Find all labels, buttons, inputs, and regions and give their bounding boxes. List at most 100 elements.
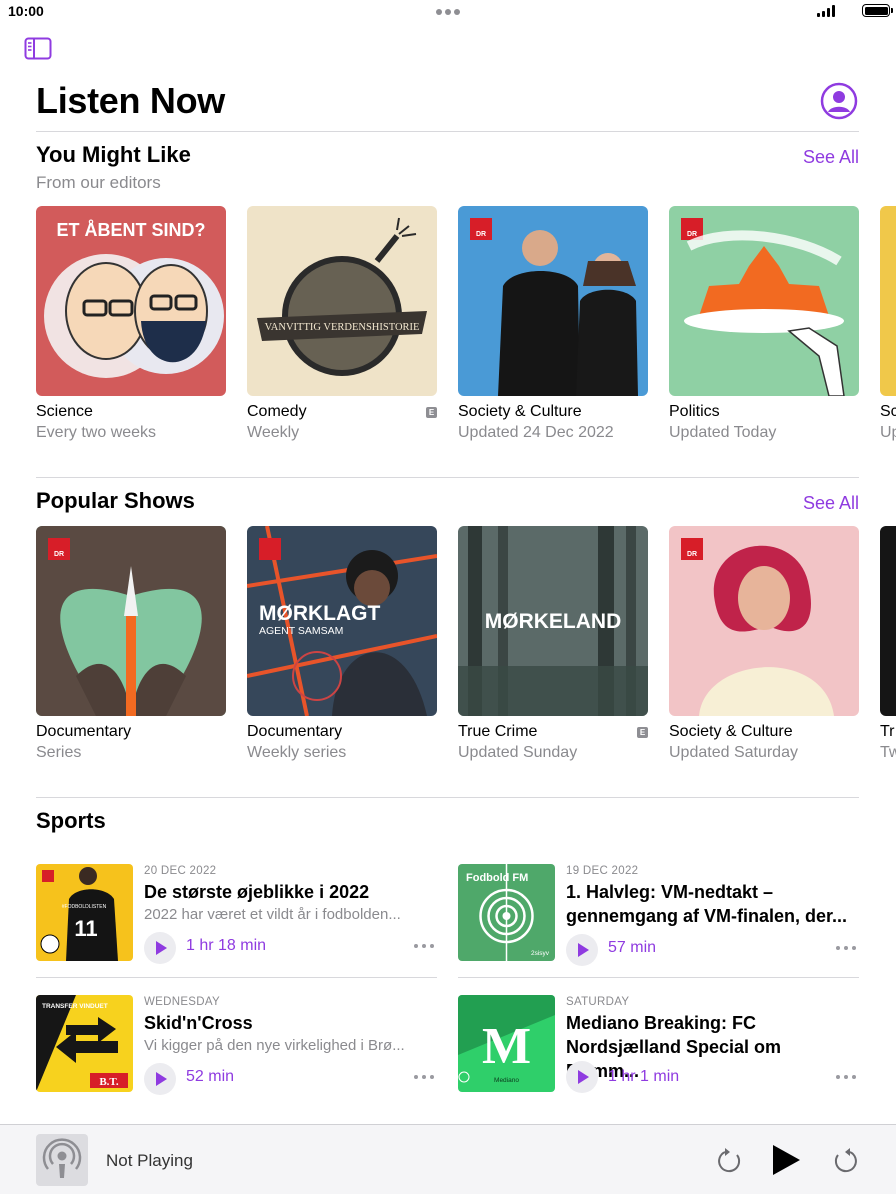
divider	[36, 977, 437, 978]
podcast-card[interactable]: ET ÅBENT SIND? Science Every two weeks	[36, 206, 226, 442]
card-meta: Updated Today	[669, 424, 777, 441]
popular-shows-row: DR Documentary Series MØRKLAGT AGENT SAM…	[36, 526, 896, 776]
more-options-icon[interactable]	[414, 1075, 434, 1081]
podcast-card[interactable]: DR Politics Updated Today	[669, 206, 859, 442]
episode-duration: 52 min	[186, 1068, 235, 1085]
more-options-icon[interactable]	[836, 946, 856, 952]
artwork-text: TRANSFER VINDUET	[42, 1003, 108, 1010]
artwork-text: Fodbold FM	[466, 872, 528, 884]
sports-title: Sports	[36, 808, 106, 833]
podcast-card[interactable]: MØRKLAGT AGENT SAMSAM Documentary Weekly…	[247, 526, 437, 762]
card-category: Documentary	[247, 723, 343, 740]
artwork-text: M	[482, 1018, 531, 1075]
episode-date: 19 DEC 2022	[566, 865, 639, 877]
card-meta: Updated Sunday	[458, 744, 578, 761]
podcast-artwork: ET ÅBENT SIND?	[36, 206, 226, 396]
more-options-icon[interactable]	[414, 944, 434, 950]
sidebar-toggle-icon[interactable]	[24, 37, 52, 60]
card-meta: Series	[36, 744, 82, 761]
status-time: 10:00	[8, 3, 44, 19]
podcast-artwork: DR	[669, 526, 859, 716]
page-title: Listen Now	[36, 80, 226, 121]
card-meta: Weekly	[247, 424, 300, 441]
episode-title: De største øjeblikke i 2022	[144, 882, 370, 902]
artwork-title: MØRKELAND	[485, 610, 622, 633]
card-category: True Crime	[458, 723, 538, 740]
artwork-subtext: Mediano	[494, 1077, 519, 1084]
artwork-title: ET ÅBENT SIND?	[56, 220, 205, 240]
card-meta: Weekly series	[247, 744, 347, 761]
episode-title: Skid'n'Cross	[144, 1013, 253, 1033]
card-meta: Every two weeks	[36, 424, 157, 441]
mini-player[interactable]: Not Playing	[0, 1124, 896, 1194]
dr-logo-text: DR	[476, 231, 486, 238]
podcast-card[interactable]: MØRKELAND True Crime E Updated Sunday	[458, 526, 648, 762]
podcast-card[interactable]: Sc Up	[880, 206, 896, 442]
battery-icon	[862, 4, 893, 17]
episode-artwork: TRANSFER VINDUET B.T.	[36, 995, 133, 1092]
episode-description: Vi kigger på den nye virkelighed i Brø..…	[144, 1037, 405, 1054]
episode-date: WEDNESDAY	[144, 996, 220, 1008]
card-category: Documentary	[36, 723, 132, 740]
dr-logo-text: DR	[687, 231, 697, 238]
artwork-subtext: B.T.	[99, 1076, 119, 1088]
episode-duration: 1 hr 18 min	[186, 937, 267, 954]
divider	[36, 797, 859, 798]
status-bar: 10:00	[0, 0, 896, 24]
explicit-badge-icon: E	[426, 406, 437, 418]
episode-date: 20 DEC 2022	[144, 865, 217, 877]
card-category: Science	[36, 403, 93, 420]
signal-icon	[817, 5, 837, 17]
episode-description: 2022 har været et vildt år i fodbolden..…	[144, 906, 401, 923]
play-episode-button[interactable]	[566, 1061, 598, 1093]
podcast-card[interactable]: DR Society & Culture Updated Saturday	[669, 526, 859, 762]
more-options-icon[interactable]	[836, 1075, 856, 1081]
podcast-artwork	[880, 526, 896, 716]
podcast-artwork: DR	[458, 206, 648, 396]
you-might-like-title: You Might Like	[36, 142, 191, 167]
play-episode-button[interactable]	[566, 934, 598, 966]
podcast-card[interactable]: Tr Tw	[880, 526, 896, 762]
popular-shows-title: Popular Shows	[36, 488, 195, 513]
artwork-subtitle: AGENT SAMSAM	[259, 625, 343, 637]
episode-item[interactable]: M Mediano SATURDAY Mediano Breaking: FC …	[458, 995, 858, 1095]
skip-forward-icon[interactable]	[833, 1147, 859, 1178]
card-category: Society & Culture	[458, 403, 582, 420]
play-episode-button[interactable]	[144, 932, 176, 964]
podcast-card[interactable]: DR Documentary Series	[36, 526, 226, 762]
podcast-artwork: MØRKELAND	[458, 526, 648, 716]
podcast-card[interactable]: VANVITTIG VERDENSHISTORIE Comedy E Weekly	[247, 206, 437, 442]
card-category: Comedy	[247, 403, 307, 420]
dr-logo-text: DR	[687, 551, 697, 558]
multitasking-dots-icon[interactable]	[436, 9, 460, 15]
divider	[36, 477, 859, 478]
divider	[36, 131, 859, 132]
play-button[interactable]	[770, 1144, 802, 1181]
card-meta: Updated Saturday	[669, 744, 798, 761]
card-category: Society & Culture	[669, 723, 793, 740]
episode-item[interactable]: Fodbold FM 2sisyv 19 DEC 2022 1. Halvleg…	[458, 864, 858, 966]
podcast-artwork: DR	[36, 526, 226, 716]
episode-item[interactable]: TRANSFER VINDUET B.T. WEDNESDAY Skid'n'C…	[36, 995, 436, 1095]
episode-item[interactable]: 11 #FODBOLDLISTEN 20 DEC 2022 De største…	[36, 864, 436, 964]
see-all-popular-shows-link[interactable]: See All	[803, 493, 859, 514]
artwork-subtext: 2sisyv	[531, 950, 550, 957]
divider	[458, 977, 859, 978]
artwork-text: #FODBOLDLISTEN	[62, 904, 107, 910]
card-meta: Updated 24 Dec 2022	[458, 424, 614, 441]
dr-logo-text: DR	[54, 551, 64, 558]
podcast-card[interactable]: DR Society & Culture Updated 24 Dec 2022	[458, 206, 648, 442]
skip-back-icon[interactable]	[716, 1147, 742, 1178]
podcast-artwork: VANVITTIG VERDENSHISTORIE	[247, 206, 437, 396]
account-icon[interactable]	[820, 82, 858, 120]
podcast-artwork	[880, 206, 896, 396]
play-episode-button[interactable]	[144, 1063, 176, 1095]
see-all-you-might-like-link[interactable]: See All	[803, 147, 859, 168]
artwork-title: MØRKLAGT	[259, 602, 380, 625]
podcast-artwork: MØRKLAGT AGENT SAMSAM	[247, 526, 437, 716]
svg-text:11: 11	[74, 916, 97, 941]
artwork-title: VANVITTIG VERDENSHISTORIE	[265, 322, 420, 333]
you-might-like-row: ET ÅBENT SIND? Science Every two weeks V…	[36, 206, 896, 456]
card-category: Politics	[669, 403, 720, 420]
card-meta: Up	[880, 424, 896, 441]
